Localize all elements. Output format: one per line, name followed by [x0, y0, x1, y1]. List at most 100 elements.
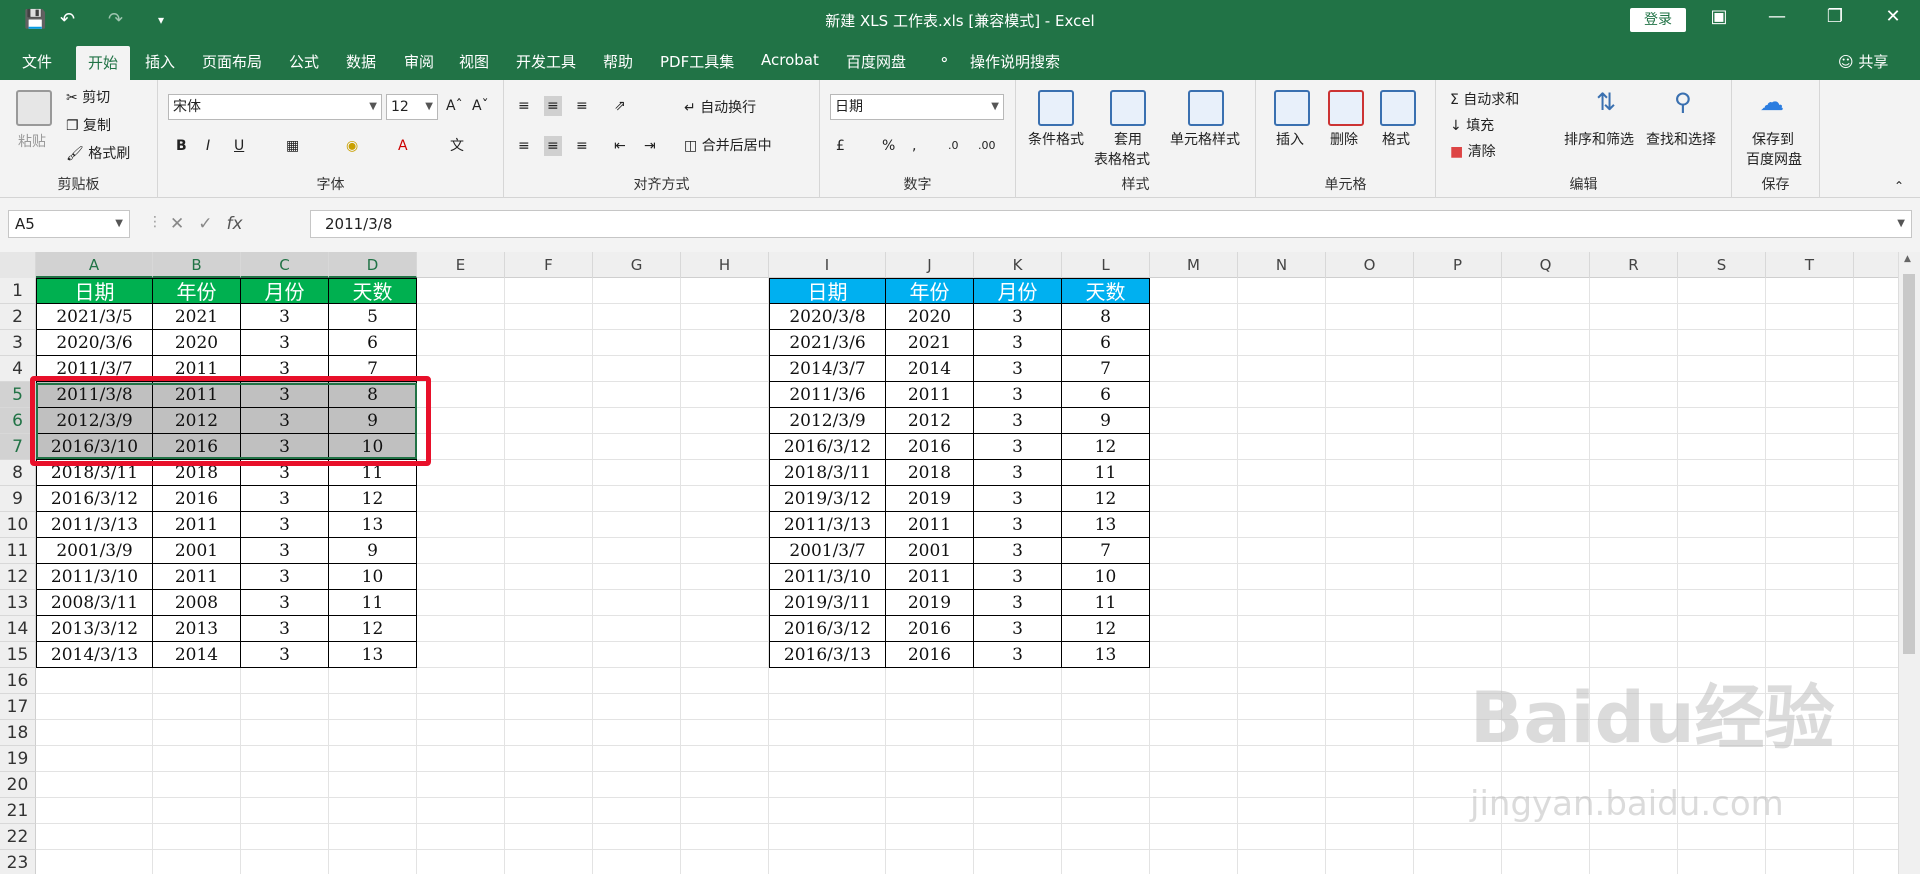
right_table-cell[interactable]: 2012/3/9: [769, 408, 886, 434]
right_table-cell[interactable]: 7: [1062, 538, 1150, 564]
right_table-cell[interactable]: 2021/3/6: [769, 330, 886, 356]
column-header-H[interactable]: H: [681, 252, 769, 278]
autosum-button[interactable]: Σ 自动求和: [1450, 90, 1519, 110]
left_table-cell[interactable]: 2020/3/6: [36, 330, 153, 356]
column-header-M[interactable]: M: [1150, 252, 1238, 278]
increase-indent-icon[interactable]: ⇥: [644, 136, 656, 156]
cut-button[interactable]: ✂ 剪切: [66, 88, 110, 108]
find-select-button[interactable]: 查找和选择: [1646, 130, 1716, 150]
tell-me-search[interactable]: 操作说明搜索: [970, 51, 1060, 72]
left_table-header-cell[interactable]: 月份: [241, 278, 329, 304]
vertical-scrollbar[interactable]: ▲: [1898, 252, 1920, 874]
share-button[interactable]: ☺ 共享: [1838, 51, 1888, 72]
currency-icon[interactable]: £: [836, 136, 845, 156]
right_table-cell[interactable]: 2016/3/12: [769, 434, 886, 460]
baidu-cloud-icon[interactable]: ☁: [1760, 90, 1784, 114]
enter-icon[interactable]: ✓: [198, 214, 226, 234]
cell-styles-icon[interactable]: [1188, 90, 1224, 126]
right_table-cell[interactable]: 11: [1062, 460, 1150, 486]
row-header-15[interactable]: 15: [0, 642, 36, 668]
tab-pdf-tools[interactable]: PDF工具集: [660, 51, 734, 72]
left_table-cell[interactable]: 3: [241, 590, 329, 616]
clear-button[interactable]: ■ 清除: [1450, 142, 1496, 162]
decrease-indent-icon[interactable]: ⇤: [614, 136, 626, 156]
left_table-cell[interactable]: 6: [329, 330, 417, 356]
right_table-cell[interactable]: 2016: [886, 616, 974, 642]
right_table-cell[interactable]: 3: [974, 616, 1062, 642]
tab-developer[interactable]: 开发工具: [516, 51, 576, 72]
left_table-cell[interactable]: 3: [241, 616, 329, 642]
tab-home[interactable]: 开始: [76, 46, 131, 80]
bold-icon[interactable]: B: [176, 136, 187, 156]
right_table-cell[interactable]: 2014: [886, 356, 974, 382]
align-top-icon[interactable]: ≡: [518, 96, 530, 116]
name-box[interactable]: A5 ▼: [8, 210, 130, 238]
column-header-K[interactable]: K: [974, 252, 1062, 278]
right_table-cell[interactable]: 2019: [886, 486, 974, 512]
right_table-cell[interactable]: 2016: [886, 642, 974, 668]
left_table-cell[interactable]: 11: [329, 590, 417, 616]
right_table-cell[interactable]: 2020: [886, 304, 974, 330]
right_table-cell[interactable]: 3: [974, 304, 1062, 330]
row-header-22[interactable]: 22: [0, 824, 36, 850]
right_table-cell[interactable]: 2011: [886, 564, 974, 590]
column-header-G[interactable]: G: [593, 252, 681, 278]
left_table-cell[interactable]: 2011: [153, 564, 241, 590]
cell-styles-button[interactable]: 单元格样式: [1170, 130, 1240, 150]
scroll-up-icon[interactable]: ▲: [1904, 254, 1911, 264]
undo-icon[interactable]: ↶: [60, 8, 75, 32]
left_table-cell[interactable]: 3: [241, 642, 329, 668]
right_table-cell[interactable]: 2016/3/12: [769, 616, 886, 642]
ribbon-display-icon[interactable]: ▣: [1704, 6, 1734, 27]
left_table-cell[interactable]: 2013: [153, 616, 241, 642]
left_table-cell[interactable]: 12: [329, 616, 417, 642]
align-bottom-icon[interactable]: ≡: [576, 96, 588, 116]
right_table-cell[interactable]: 3: [974, 642, 1062, 668]
row-header-14[interactable]: 14: [0, 616, 36, 642]
right_table-cell[interactable]: 3: [974, 330, 1062, 356]
paste-button[interactable]: 粘贴: [18, 132, 46, 152]
row-header-1[interactable]: 1: [0, 278, 36, 304]
font-color-icon[interactable]: A: [398, 136, 408, 156]
right_table-header-cell[interactable]: 年份: [886, 278, 974, 304]
save-to-netdisk-button[interactable]: 保存到: [1752, 130, 1794, 150]
sort-filter-icon[interactable]: ⇅: [1596, 90, 1616, 114]
right_table-cell[interactable]: 6: [1062, 330, 1150, 356]
right_table-cell[interactable]: 2001: [886, 538, 974, 564]
left_table-cell[interactable]: 2016/3/12: [36, 486, 153, 512]
left_table-cell[interactable]: 3: [241, 564, 329, 590]
right_table-cell[interactable]: 10: [1062, 564, 1150, 590]
tab-acrobat[interactable]: Acrobat: [761, 51, 819, 69]
row-header-16[interactable]: 16: [0, 668, 36, 694]
right_table-cell[interactable]: 3: [974, 434, 1062, 460]
right_table-header-cell[interactable]: 日期: [769, 278, 886, 304]
conditional-format-icon[interactable]: [1038, 90, 1074, 126]
insert-button[interactable]: 插入: [1276, 130, 1304, 150]
tab-page-layout[interactable]: 页面布局: [202, 51, 262, 72]
tab-review[interactable]: 审阅: [404, 51, 434, 72]
paste-icon[interactable]: [16, 90, 52, 126]
column-header-Q[interactable]: Q: [1502, 252, 1590, 278]
minimize-icon[interactable]: —: [1762, 6, 1792, 27]
left_table-cell[interactable]: 3: [241, 330, 329, 356]
tab-help[interactable]: 帮助: [603, 51, 633, 72]
collapse-ribbon-icon[interactable]: ⌃: [1894, 176, 1904, 196]
right_table-cell[interactable]: 2011/3/10: [769, 564, 886, 590]
left_table-cell[interactable]: 9: [329, 538, 417, 564]
restore-icon[interactable]: ❐: [1820, 6, 1850, 27]
number-format-combo[interactable]: 日期 ▼: [830, 94, 1004, 120]
left_table-cell[interactable]: 13: [329, 512, 417, 538]
row-header-19[interactable]: 19: [0, 746, 36, 772]
column-header-L[interactable]: L: [1062, 252, 1150, 278]
right_table-cell[interactable]: 3: [974, 512, 1062, 538]
copy-button[interactable]: ❐ 复制: [66, 116, 111, 136]
right_table-cell[interactable]: 2001/3/7: [769, 538, 886, 564]
percent-icon[interactable]: %: [882, 136, 895, 156]
right_table-cell[interactable]: 9: [1062, 408, 1150, 434]
left_table-cell[interactable]: 13: [329, 642, 417, 668]
left_table-cell[interactable]: 2014: [153, 642, 241, 668]
right_table-cell[interactable]: 3: [974, 486, 1062, 512]
row-header-9[interactable]: 9: [0, 486, 36, 512]
worksheet[interactable]: ABCDEFGHIJKLMNOPQRST 1 2 3 4 5 6 7 8 9 10 11 12 13 14…: [0, 252, 1920, 874]
select-all-corner[interactable]: [0, 252, 36, 278]
